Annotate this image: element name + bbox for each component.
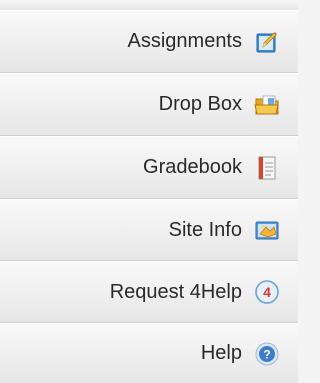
- menu-item-label: Request 4Help: [109, 280, 242, 303]
- menu-item-request-4help[interactable]: Request 4Help 4: [0, 261, 298, 323]
- menu-item-site-info[interactable]: Site Info: [0, 199, 298, 261]
- folder-icon: [252, 90, 282, 120]
- menu-item-label: Help: [200, 342, 242, 364]
- menu-item-label: Gradebook: [143, 156, 242, 178]
- menu-item-drop-box[interactable]: Drop Box: [0, 73, 298, 136]
- menu-item-assignments[interactable]: Assignments: [0, 10, 298, 73]
- pencil-icon: [252, 27, 282, 57]
- menu-item-label: Site Info: [168, 218, 242, 241]
- menu-item-label: Assignments: [127, 30, 243, 52]
- menu-item-help[interactable]: Help ?: [0, 323, 298, 383]
- svg-text:?: ?: [263, 347, 270, 361]
- site-info-icon: [252, 215, 282, 245]
- help-icon: ?: [252, 339, 282, 369]
- request-4help-icon: 4: [252, 277, 282, 307]
- menu-item-gradebook[interactable]: Gradebook: [0, 136, 298, 199]
- svg-text:4: 4: [263, 284, 271, 300]
- menu-item-label: Drop Box: [158, 93, 242, 115]
- tool-menu: Assignments Drop Box Gradebook Site Info…: [0, 0, 298, 383]
- notebook-icon: [252, 153, 282, 183]
